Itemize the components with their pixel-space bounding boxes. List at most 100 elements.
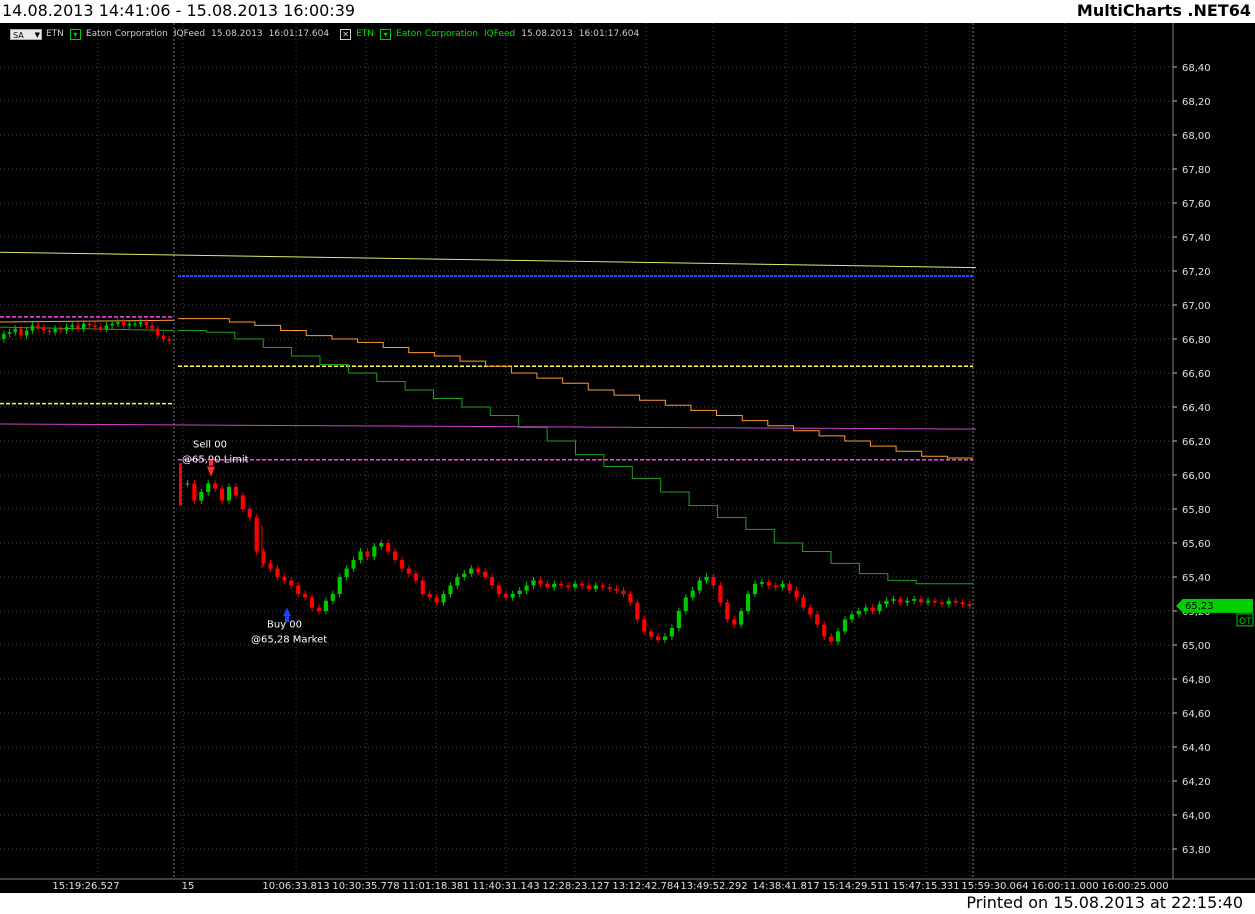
- candle-body: [635, 602, 640, 620]
- price-chart[interactable]: 68,40 68,20 68,00 67,80 67,60 67,40 67,20 67,00…: [0, 23, 1255, 893]
- legend-date-2: 15.08.2013: [521, 29, 573, 39]
- candle-body: [219, 488, 225, 501]
- legend-symbol-2: ETN: [356, 29, 375, 39]
- buy-arrow-icon: [283, 607, 291, 617]
- y-tick-label: 68,40: [1182, 63, 1211, 74]
- candle-body: [303, 594, 308, 598]
- candle-body: [752, 583, 758, 594]
- candle-body: [503, 594, 508, 598]
- chart-area[interactable]: 68,40 68,20 68,00 67,80 67,60 67,40 67,20 67,00…: [0, 23, 1255, 893]
- y-tick-label: 64,00: [1182, 811, 1211, 822]
- legend-symbol-1: ETN: [46, 29, 64, 39]
- candle-body: [787, 583, 792, 591]
- candle-body: [517, 590, 522, 594]
- legend-feed-1: IQFeed: [173, 29, 206, 39]
- y-tick-label: 64,60: [1182, 709, 1211, 720]
- candle-body: [725, 602, 730, 620]
- candle-body: [93, 325, 97, 328]
- candle-body: [116, 322, 120, 324]
- y-tick-label: 66,00: [1182, 471, 1211, 482]
- candle-body: [649, 631, 654, 637]
- candle-body: [24, 330, 29, 336]
- x-tick-label: 10:06:33.813: [262, 881, 329, 892]
- candle-body: [780, 583, 785, 588]
- legend-description-1: Eaton Corporation: [85, 29, 168, 39]
- date-range-title: 14.08.2013 14:41:06 - 15.08.2013 16:00:3…: [2, 1, 356, 20]
- candle-body: [226, 486, 232, 501]
- y-tick-label: 67,40: [1182, 233, 1211, 244]
- expand-toggle-icon[interactable]: ▾: [69, 28, 81, 40]
- candle-body: [946, 600, 951, 605]
- x-tick-label: 15:14:29.511: [822, 881, 889, 892]
- candle-body: [275, 568, 280, 577]
- candle-body: [739, 611, 744, 625]
- candle-body: [794, 590, 799, 598]
- candle-body: [884, 600, 889, 605]
- candle-body: [233, 486, 238, 496]
- candle-body: [406, 568, 412, 574]
- candle-body: [822, 624, 827, 637]
- y-tick-label: 65,00: [1182, 641, 1211, 652]
- last-price-value: 65,23: [1185, 601, 1214, 612]
- candle-body: [559, 583, 564, 586]
- candle-body: [179, 463, 182, 506]
- sell-order-label: Sell 00: [193, 440, 227, 451]
- x-tick-label: 16:00:25.000: [1101, 881, 1168, 892]
- x-tick-label: 12:28:23.127: [542, 881, 609, 892]
- candle-body: [510, 594, 515, 598]
- sa-label: SA: [13, 30, 24, 40]
- candle-body: [586, 585, 591, 589]
- candle-body: [206, 483, 211, 492]
- buy-order-label: Buy 00: [267, 620, 302, 631]
- candle-body: [261, 551, 266, 564]
- stop-line-green: [178, 330, 973, 585]
- candle-body: [870, 607, 875, 611]
- x-tick-label: 13:12:42.784: [612, 881, 679, 892]
- candle-body: [296, 585, 301, 594]
- sa-dropdown[interactable]: SA ▼: [10, 28, 42, 40]
- y-tick-label: 63,80: [1182, 845, 1211, 856]
- candle-body: [496, 585, 501, 594]
- y-tick-label: 66,60: [1182, 369, 1211, 380]
- legend-description-2: Eaton Corporation: [396, 29, 478, 39]
- y-tick-label: 66,40: [1182, 403, 1211, 414]
- candle-body: [718, 585, 723, 603]
- candle-body: [47, 330, 52, 333]
- candle-body: [593, 585, 598, 589]
- close-icon[interactable]: ✕: [340, 28, 352, 40]
- sell-order-price: @65,90 Limit: [182, 455, 249, 466]
- candle-body: [455, 577, 460, 586]
- candle-body: [642, 619, 647, 632]
- legend-date-1: 15.08.2013: [211, 29, 263, 39]
- candle-body: [199, 492, 204, 501]
- candle-body: [30, 325, 35, 331]
- candle-body: [358, 551, 363, 560]
- legend-time-1: 16:01:17.604: [268, 29, 330, 39]
- chevron-down-icon: ▼: [34, 30, 40, 39]
- candle-body: [441, 594, 446, 603]
- candle-body: [773, 585, 778, 588]
- ot-badge-label: OT: [1239, 617, 1252, 627]
- candle-body: [289, 580, 294, 586]
- candle-body: [386, 543, 391, 552]
- expand-toggle-icon[interactable]: ▾: [380, 28, 392, 40]
- candle-body: [600, 585, 605, 588]
- candle-body: [156, 328, 160, 336]
- candle-body: [745, 594, 751, 611]
- candle-body: [801, 597, 806, 608]
- candle-body: [711, 577, 716, 586]
- candle-body: [144, 322, 149, 326]
- y-tick-label: 67,20: [1182, 267, 1211, 278]
- candle-body: [690, 590, 695, 598]
- x-tick-label: 14:38:41.817: [752, 881, 819, 892]
- candle-body: [524, 585, 529, 591]
- y-tick-label: 67,00: [1182, 301, 1211, 312]
- candle-body: [104, 325, 109, 329]
- candle-body: [863, 607, 868, 611]
- candle-body: [393, 551, 398, 560]
- candle-body: [323, 600, 328, 611]
- candle-body: [482, 571, 488, 577]
- candle-body: [621, 590, 626, 594]
- candle-body: [607, 587, 612, 589]
- candle-body: [960, 602, 965, 605]
